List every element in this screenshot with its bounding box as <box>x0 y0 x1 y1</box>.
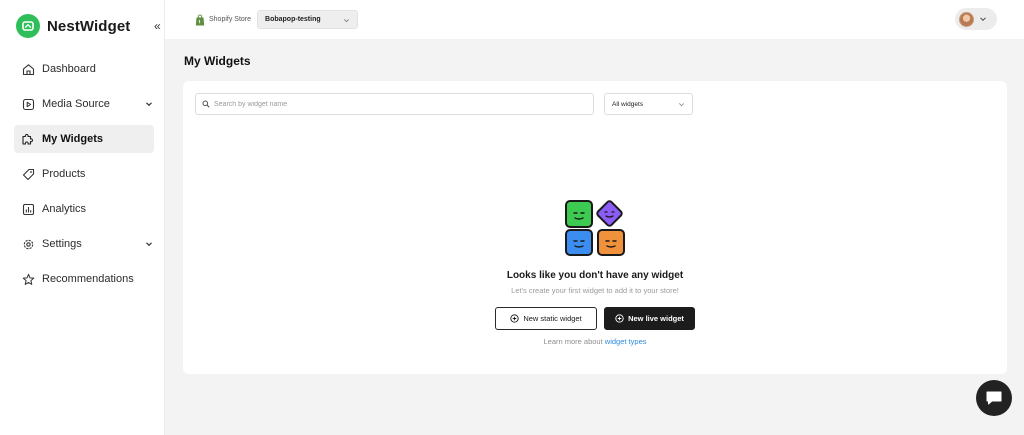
sidebar-item-recommendations[interactable]: Recommendations <box>14 265 154 293</box>
chevron-down-icon <box>679 103 684 107</box>
sidebar-item-label: Recommendations <box>42 273 134 285</box>
sidebar-item-products[interactable]: Products <box>14 160 154 188</box>
collapse-sidebar-button[interactable]: « <box>154 20 161 32</box>
new-static-widget-label: New static widget <box>523 314 582 323</box>
page-title: My Widgets <box>184 54 251 68</box>
sidebar-nav: Dashboard Media Source My Widgets Produc… <box>14 55 154 300</box>
store-select[interactable]: Bobapop-testing <box>257 10 359 29</box>
store-selector: Shopify Store Bobapop-testing <box>195 10 359 29</box>
analytics-icon <box>21 202 35 216</box>
search-box[interactable] <box>195 93 594 115</box>
plus-circle-icon <box>510 314 519 323</box>
sidebar-item-label: Products <box>42 168 86 180</box>
topbar: Shopify Store Bobapop-testing <box>165 0 1024 39</box>
widget-filter-value: All widgets <box>612 100 644 108</box>
store-select-value: Bobapop-testing <box>265 16 321 23</box>
learn-more-text: Learn more about widget types <box>183 337 1007 346</box>
brand-name: NestWidget <box>47 17 131 35</box>
star-icon <box>21 272 35 286</box>
home-icon <box>21 62 35 76</box>
sidebar-item-media-source[interactable]: Media Source <box>14 90 154 118</box>
widgets-card: All widgets Looks like you don't have an… <box>183 81 1007 374</box>
sidebar-item-label: My Widgets <box>42 133 104 145</box>
search-input[interactable] <box>214 100 584 108</box>
widget-types-link[interactable]: widget types <box>605 337 647 346</box>
search-icon <box>202 100 210 108</box>
widget-filter-select[interactable]: All widgets <box>604 93 693 115</box>
gear-icon <box>21 237 35 251</box>
plus-circle-icon <box>615 314 624 323</box>
learn-more-prefix: Learn more about <box>543 337 603 346</box>
new-live-widget-button[interactable]: New live widget <box>604 307 695 330</box>
chat-support-button[interactable] <box>976 380 1012 416</box>
sidebar: NestWidget « Dashboard Media Source My W… <box>0 0 165 435</box>
avatar <box>959 11 974 27</box>
sidebar-item-my-widgets[interactable]: My Widgets <box>14 125 154 153</box>
chevron-down-icon <box>344 19 349 23</box>
tag-icon <box>21 167 35 181</box>
sidebar-item-analytics[interactable]: Analytics <box>14 195 154 223</box>
sidebar-item-label: Media Source <box>42 98 110 110</box>
sidebar-item-settings[interactable]: Settings <box>14 230 154 258</box>
chevron-down-icon <box>980 17 986 22</box>
sidebar-item-dashboard[interactable]: Dashboard <box>14 55 154 83</box>
puzzle-icon <box>21 132 35 146</box>
store-label: Shopify Store <box>209 16 252 23</box>
sidebar-item-label: Settings <box>42 238 82 250</box>
chat-bubble-icon <box>986 391 1002 405</box>
empty-state-subtitle: Let's create your first widget to add it… <box>511 286 679 295</box>
chevron-down-icon[interactable] <box>144 239 154 249</box>
user-menu[interactable] <box>955 8 997 30</box>
widget-faces-illustration <box>565 200 625 256</box>
new-live-widget-label: New live widget <box>628 314 684 323</box>
empty-state-title: Looks like you don't have any widget <box>506 270 684 281</box>
chevron-down-icon[interactable] <box>144 99 154 109</box>
sidebar-item-label: Dashboard <box>42 63 96 75</box>
brand[interactable]: NestWidget <box>16 14 130 38</box>
media-source-icon <box>21 97 35 111</box>
shopify-bag-icon <box>195 14 205 25</box>
new-static-widget-button[interactable]: New static widget <box>495 307 597 330</box>
nestwidget-logo-icon <box>16 14 40 38</box>
sidebar-item-label: Analytics <box>42 203 87 215</box>
